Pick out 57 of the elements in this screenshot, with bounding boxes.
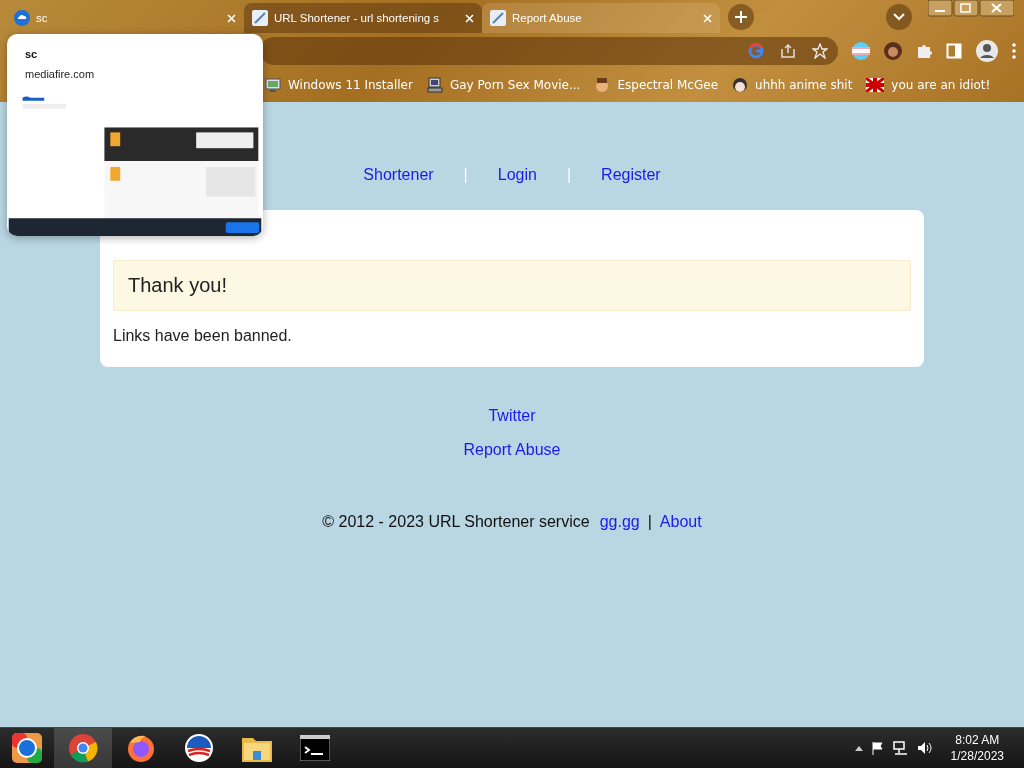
cloud-icon — [14, 10, 30, 26]
tab-search-button[interactable] — [886, 4, 912, 30]
bookmark[interactable]: Gay Porn Sex Movie... — [426, 77, 581, 93]
nav-link[interactable]: Register — [601, 166, 661, 184]
bookmark[interactable]: Windows 11 Installer — [265, 77, 413, 93]
close-icon[interactable] — [465, 13, 474, 23]
start-icon[interactable] — [11, 732, 43, 764]
footer-link[interactable]: gg.gg — [599, 513, 640, 531]
footer-separator: | — [647, 513, 652, 531]
preview-url: mediafire.com — [25, 68, 96, 80]
browser-tab[interactable]: sc — [6, 3, 244, 33]
nav-separator: | — [566, 166, 572, 184]
footer-link[interactable]: Report Abuse — [463, 441, 561, 459]
puzzle-icon[interactable] — [916, 43, 932, 59]
clock[interactable]: 8:02 AM 1/28/2023 — [950, 732, 1004, 764]
bookmark[interactable]: uhhh anime shit — [732, 77, 853, 93]
bookmark[interactable]: you are an idiot! — [866, 78, 991, 92]
profile-icon[interactable] — [976, 40, 998, 62]
star-icon[interactable] — [812, 43, 828, 59]
anime-head-icon — [732, 77, 749, 93]
browser-tab[interactable]: URL Shortener - url shortening s — [244, 3, 482, 33]
terminal-icon[interactable] — [300, 735, 330, 761]
striped-flag-icon[interactable] — [852, 42, 870, 60]
link-icon — [252, 10, 268, 26]
nav-separator: | — [463, 166, 468, 184]
caret-up-icon[interactable] — [854, 745, 863, 751]
avatar-icon[interactable] — [884, 42, 902, 60]
firefox-icon[interactable] — [126, 733, 156, 763]
chrome-icon[interactable] — [68, 733, 98, 763]
menu-icon[interactable] — [1012, 43, 1016, 59]
nav-link[interactable]: Shortener — [363, 166, 434, 184]
network-icon[interactable] — [892, 741, 909, 755]
browser-tab[interactable]: Report Abuse — [482, 3, 720, 33]
copyright-text: © 2012 - 2023 URL Shortener service — [322, 513, 590, 531]
speaker-icon[interactable] — [916, 741, 933, 755]
footer-link[interactable]: Twitter — [488, 407, 536, 425]
success-alert: Thank you! — [113, 260, 911, 311]
bookmark[interactable]: Espectral McGee — [594, 77, 719, 93]
footer-link[interactable]: About — [659, 513, 702, 531]
side-panel-icon[interactable] — [946, 43, 962, 59]
share-icon[interactable] — [780, 43, 796, 59]
plus-icon — [734, 10, 748, 24]
computer-icon — [426, 77, 443, 93]
close-icon[interactable] — [227, 13, 236, 23]
new-tab-button[interactable] — [728, 4, 754, 30]
sunrise-logo-icon[interactable] — [184, 733, 214, 763]
chevron-down-icon — [893, 13, 905, 21]
window-controls-drawing[interactable] — [928, 0, 1014, 20]
flag-icon — [866, 78, 885, 92]
link-icon — [490, 10, 506, 26]
taskbar-button[interactable] — [54, 728, 112, 768]
nav-link[interactable]: Login — [497, 166, 537, 184]
preview-title: sc — [25, 48, 39, 60]
monitor-icon — [265, 77, 281, 93]
cartoon-head-icon — [594, 77, 611, 93]
result-message: Links have been banned. — [113, 327, 293, 345]
flag-icon[interactable] — [870, 741, 885, 755]
